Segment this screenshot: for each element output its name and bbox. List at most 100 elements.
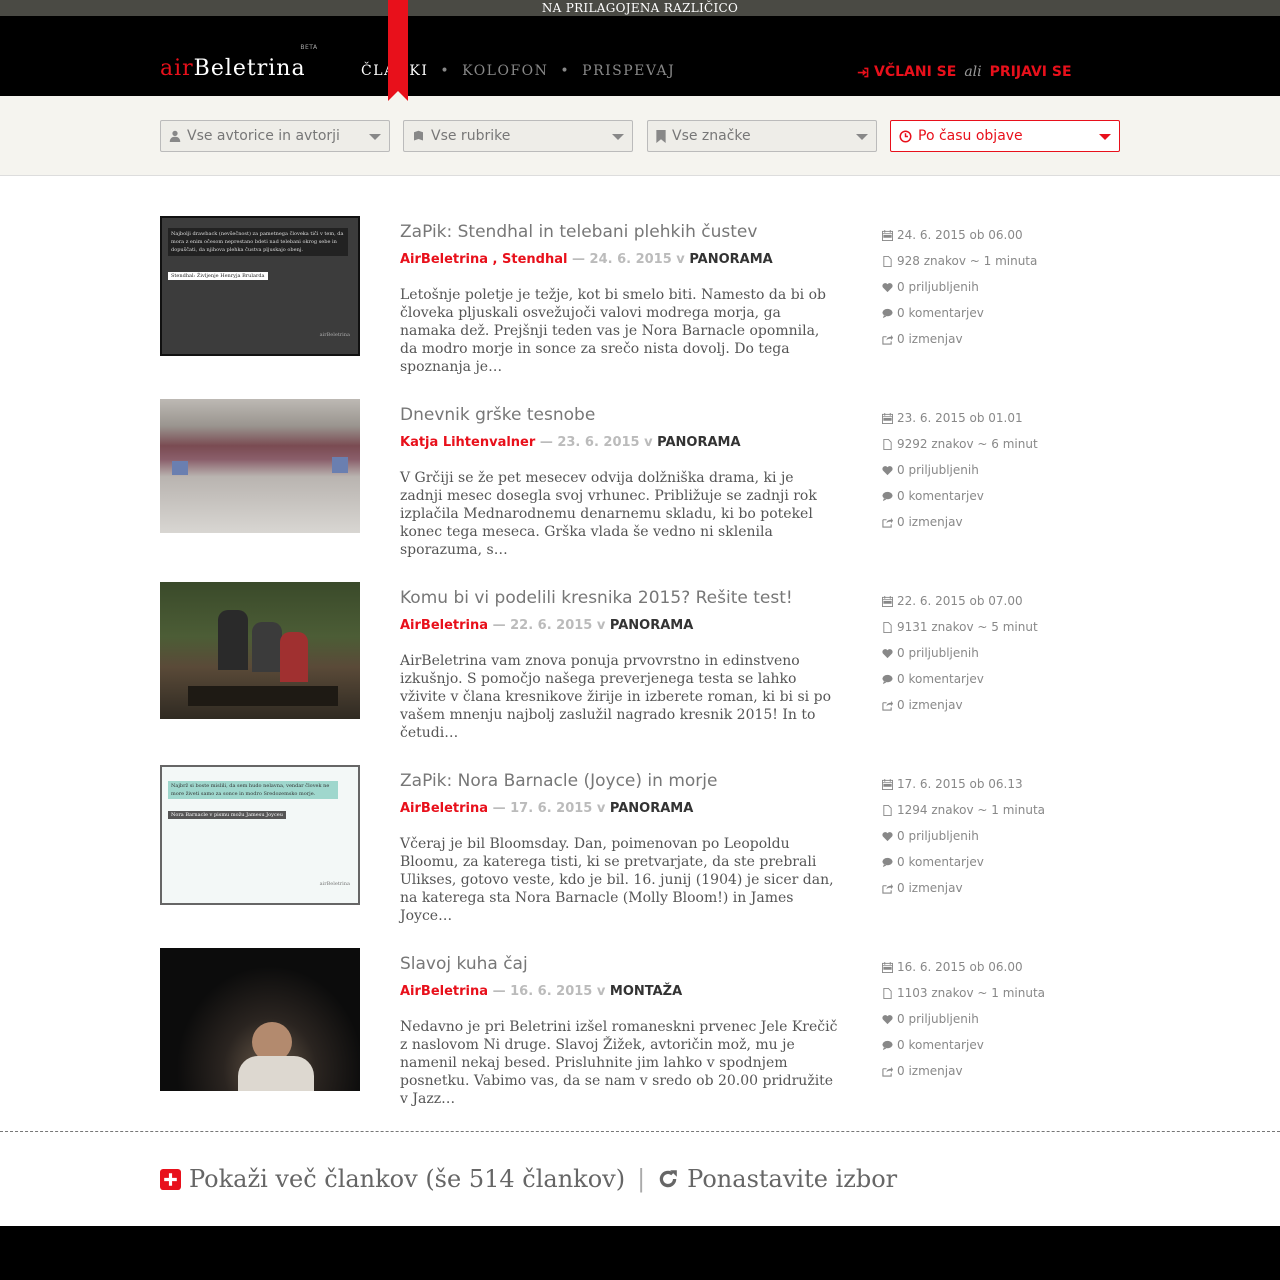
comment-icon (882, 1040, 893, 1050)
article-title[interactable]: ZaPik: Nora Barnacle (Joyce) in morje (400, 771, 717, 791)
table (188, 686, 338, 706)
stat-comments: 0 komentarjev (882, 1032, 1045, 1058)
article-thumbnail[interactable] (160, 582, 360, 719)
stat-comments: 0 komentarjev (882, 300, 1037, 326)
login-link[interactable]: PRIJAVI SE (990, 64, 1072, 80)
heart-icon (882, 282, 893, 292)
article-category[interactable]: PANORAMA (610, 801, 693, 816)
article-title[interactable]: Dnevnik grške tesnobe (400, 405, 595, 425)
load-more-bar: Pokaži več člankov (še 514 člankov) | Po… (160, 1165, 897, 1193)
file-icon (883, 621, 892, 633)
article-category[interactable]: PANORAMA (689, 252, 772, 267)
authors-select[interactable]: Vse avtorice in avtorji (160, 120, 390, 152)
logo-main: Beletrina (193, 56, 306, 81)
stat-length-text: 1294 znakov ~ 1 minuta (897, 803, 1046, 817)
article-author[interactable]: Katja Lihtenvalner (400, 435, 535, 450)
stat-edits-text: 0 izmenjav (897, 515, 963, 529)
article-author[interactable]: AirBeletrina (400, 984, 488, 999)
article-stats: 24. 6. 2015 ob 06.00 928 znakov ~ 1 minu… (882, 222, 1037, 352)
article-thumbnail[interactable]: Najbrž si boste mislili, da sem hudo nel… (160, 765, 360, 905)
stat-published: 16. 6. 2015 ob 06.00 (882, 954, 1045, 980)
bookmark-icon (656, 129, 666, 143)
article-date: — 23. 6. 2015 v (539, 435, 653, 450)
sections-select-value: Vse rubrike (431, 128, 511, 144)
mobile-version-link[interactable]: NA PRILAGOJENA RAZLIČICO (0, 0, 1280, 16)
file-icon (883, 804, 892, 816)
tags-select[interactable]: Vse značke (647, 120, 877, 152)
calendar-icon (882, 412, 893, 424)
article-thumbnail[interactable] (160, 948, 360, 1091)
sections-select[interactable]: Vse rubrike (403, 120, 633, 152)
article-title[interactable]: Komu bi vi podelili kresnika 2015? Rešit… (400, 588, 793, 608)
article-excerpt: Včeraj je bil Bloomsday. Dan, poimenovan… (400, 836, 834, 924)
article-excerpt: V Grčiji se že pet mesecev odvija dolžni… (400, 470, 817, 558)
article-title[interactable]: ZaPik: Stendhal in telebani plehkih čust… (400, 222, 757, 242)
load-more-label: Pokaži več člankov (še 514 člankov) (189, 1165, 626, 1193)
stat-comments: 0 komentarjev (882, 666, 1038, 692)
stat-length-text: 928 znakov ~ 1 minuta (897, 254, 1038, 268)
article-stats: 23. 6. 2015 ob 01.01 9292 znakov ~ 6 min… (882, 405, 1038, 535)
article-stats: 17. 6. 2015 ob 06.13 1294 znakov ~ 1 min… (882, 771, 1045, 901)
auth-or: ali (964, 64, 982, 80)
article-author[interactable]: AirBeletrina (400, 618, 488, 633)
stat-edits-text: 0 izmenjav (897, 881, 963, 895)
sort-select-value: Po času objave (918, 128, 1023, 144)
site-logo[interactable]: airBeletrina BETA (160, 44, 317, 81)
filter-bar: Vse avtorice in avtorji Vse rubrike Vse … (0, 96, 1280, 176)
load-more-button[interactable]: Pokaži več člankov (še 514 člankov) (160, 1165, 625, 1193)
guard-booth (172, 461, 188, 475)
heart-icon (882, 1014, 893, 1024)
thumb-watermark: airBeletrina (319, 881, 350, 887)
article-excerpt: Nedavno je pri Beletrini izšel romaneskn… (400, 1019, 838, 1107)
person-figure (280, 632, 308, 682)
nav-kolofon[interactable]: KOLOFON (462, 63, 548, 79)
article-thumbnail[interactable] (160, 399, 360, 533)
article-meta: AirBeletrina , Stendhal — 24. 6. 2015 v … (400, 252, 773, 267)
nav-separator: • (560, 63, 571, 79)
user-icon (169, 130, 181, 142)
reset-label: Ponastavite izbor (687, 1165, 898, 1193)
stat-likes-text: 0 priljubljenih (897, 463, 979, 477)
article-author[interactable]: AirBeletrina (400, 801, 488, 816)
article-category[interactable]: PANORAMA (657, 435, 740, 450)
stat-length: 9131 znakov ~ 5 minut (882, 614, 1038, 640)
stat-likes: 0 priljubljenih (882, 274, 1037, 300)
signup-link[interactable]: VČLANI SE (857, 64, 956, 80)
active-nav-ribbon (388, 0, 408, 101)
stat-likes: 0 priljubljenih (882, 823, 1045, 849)
heart-icon (882, 465, 893, 475)
sort-select[interactable]: Po času objave (890, 120, 1120, 152)
stat-comments: 0 komentarjev (882, 483, 1038, 509)
thumb-watermark: airBeletrina (319, 332, 350, 338)
article-item: Slavoj kuha čaj AirBeletrina — 16. 6. 20… (160, 948, 1120, 1107)
authors-select-value: Vse avtorice in avtorji (187, 128, 340, 144)
stat-published-text: 24. 6. 2015 ob 06.00 (897, 228, 1023, 242)
nav-prispevaj[interactable]: PRISPEVAJ (582, 63, 675, 79)
stat-length-text: 1103 znakov ~ 1 minuta (897, 986, 1046, 1000)
stat-length-text: 9131 znakov ~ 5 minut (897, 620, 1038, 634)
stat-published-text: 17. 6. 2015 ob 06.13 (897, 777, 1023, 791)
site-footer (0, 1226, 1280, 1280)
stat-comments-text: 0 komentarjev (897, 489, 984, 503)
article-thumbnail[interactable]: Najbolji drawback (nevšečnost) za pametn… (160, 216, 360, 356)
article-title[interactable]: Slavoj kuha čaj (400, 954, 528, 974)
stat-published: 24. 6. 2015 ob 06.00 (882, 222, 1037, 248)
chevron-down-icon (369, 134, 381, 140)
person-body (238, 1056, 314, 1091)
article-category[interactable]: PANORAMA (610, 618, 693, 633)
stat-edits-text: 0 izmenjav (897, 698, 963, 712)
article-excerpt: AirBeletrina vam znova ponuja prvovrstno… (400, 653, 831, 741)
article-meta: AirBeletrina — 17. 6. 2015 v PANORAMA (400, 801, 693, 816)
chevron-down-icon (856, 134, 868, 140)
article-category[interactable]: MONTAŽA (610, 984, 682, 999)
stat-likes-text: 0 priljubljenih (897, 1012, 979, 1026)
article-stats: 22. 6. 2015 ob 07.00 9131 znakov ~ 5 min… (882, 588, 1038, 718)
article-date: — 22. 6. 2015 v (492, 618, 606, 633)
stat-edits-text: 0 izmenjav (897, 1064, 963, 1078)
reset-button[interactable]: Ponastavite izbor (657, 1165, 897, 1193)
article-author[interactable]: AirBeletrina , Stendhal (400, 252, 567, 267)
share-icon (882, 883, 893, 894)
dashed-divider (0, 1131, 1280, 1132)
comment-icon (882, 491, 893, 501)
stat-comments-text: 0 komentarjev (897, 855, 984, 869)
